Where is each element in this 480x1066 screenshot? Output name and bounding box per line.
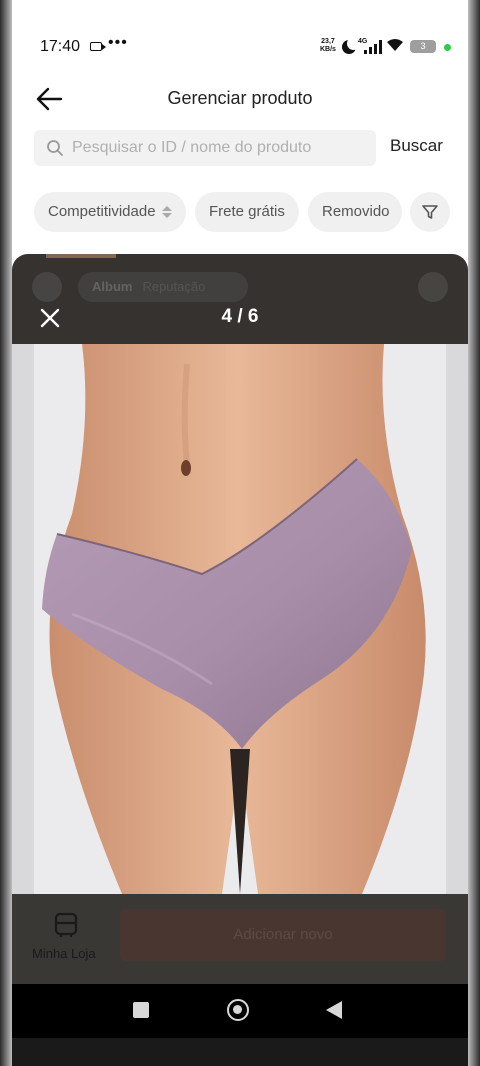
system-nav-bar xyxy=(12,984,468,1038)
privacy-indicator-icon xyxy=(444,44,451,51)
phone-screen: 17:40 ••• 23,7 KB/s 4G 3 Gerenciar produt… xyxy=(12,0,468,1066)
more-notifications-icon: ••• xyxy=(108,34,128,51)
background-help-icon xyxy=(418,272,448,302)
background-tab-reputacao: Reputação xyxy=(142,279,206,294)
bottom-bar: Minha Loja Adicionar novo xyxy=(12,894,468,984)
product-image xyxy=(12,344,468,894)
battery-icon: 3 xyxy=(410,40,436,53)
page-title: Gerenciar produto xyxy=(167,88,313,108)
bottom-bezel xyxy=(12,1038,468,1066)
recents-icon[interactable] xyxy=(133,1002,149,1018)
page-header: Gerenciar produto xyxy=(12,78,468,120)
chip-label: Removido xyxy=(322,203,390,220)
background-thumbnail xyxy=(46,254,116,258)
add-new-button[interactable]: Adicionar novo xyxy=(120,909,446,961)
sort-arrows-icon xyxy=(161,204,172,220)
chip-label: Frete grátis xyxy=(209,203,285,220)
filter-chip-frete-gratis[interactable]: Frete grátis xyxy=(195,192,299,232)
net-speed-value: 23,7 xyxy=(321,38,335,45)
background-tabs: Album Reputação xyxy=(78,272,248,302)
background-tab-album: Album xyxy=(92,279,133,294)
image-viewer-header: Album Reputação 4 / 6 xyxy=(12,254,468,344)
net-speed-unit: KB/s xyxy=(320,46,336,53)
filter-chip-competitividade[interactable]: Competitividade xyxy=(34,192,186,232)
search-button[interactable]: Buscar xyxy=(390,136,443,156)
back-triangle-icon[interactable] xyxy=(326,1001,342,1019)
store-label[interactable]: Minha Loja xyxy=(32,946,96,961)
image-counter: 4 / 6 xyxy=(221,306,259,327)
status-time: 17:40 xyxy=(40,38,81,55)
search-icon xyxy=(47,140,63,156)
filter-button[interactable] xyxy=(410,192,450,232)
search-box[interactable] xyxy=(34,130,376,166)
home-icon[interactable] xyxy=(227,999,249,1021)
search-input[interactable] xyxy=(72,130,368,166)
status-bar: 17:40 ••• 23,7 KB/s 4G 3 xyxy=(12,28,468,68)
funnel-icon xyxy=(422,205,438,219)
video-camera-icon xyxy=(90,42,106,51)
do-not-disturb-icon xyxy=(342,37,360,54)
filter-chip-removido[interactable]: Removido xyxy=(308,192,402,232)
product-photo[interactable] xyxy=(12,344,468,894)
chip-label: Competitividade xyxy=(48,203,156,220)
signal-icon xyxy=(364,40,382,54)
background-toolbar: Album Reputação xyxy=(32,272,448,302)
background-back-icon xyxy=(32,272,62,302)
store-icon[interactable] xyxy=(54,912,78,938)
wifi-icon xyxy=(386,38,404,56)
net-speed: 23,7 KB/s xyxy=(320,38,336,54)
